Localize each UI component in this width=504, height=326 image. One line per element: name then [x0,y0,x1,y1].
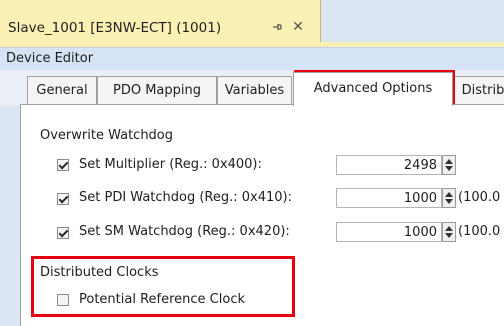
set-sm-watchdog-label: Set SM Watchdog (Reg.: 0x420): [79,224,290,239]
set-pdi-watchdog-input[interactable]: 1000 [336,188,442,208]
set-multiplier-spinner[interactable] [442,155,456,175]
pin-icon[interactable] [270,21,284,35]
close-icon[interactable]: ✕ [291,20,305,34]
highlight-distributed-clocks [31,256,295,317]
set-multiplier-checkbox[interactable] [57,159,69,171]
tab-distributed-clocks[interactable]: Distrib [452,76,504,104]
spin-down-icon[interactable] [445,166,453,171]
document-tab[interactable]: Slave_1001 [E3NW-ECT] (1001) ✕ [0,0,321,42]
set-pdi-watchdog-spinner[interactable] [442,188,456,208]
watchdog-group-label: Overwrite Watchdog [40,128,174,143]
set-multiplier-value: 2498 [403,158,437,173]
set-sm-watchdog-suffix: (100.0 [458,224,501,239]
tab-general[interactable]: General [27,76,97,104]
spin-down-icon[interactable] [445,199,453,204]
editor-title: Device Editor [6,51,94,66]
set-pdi-watchdog-value: 1000 [403,191,437,206]
tab-variables[interactable]: Variables [217,76,292,104]
spin-up-icon[interactable] [445,159,453,164]
spin-down-icon[interactable] [445,233,453,238]
set-pdi-watchdog-suffix: (100.0 [458,190,501,205]
document-tab-title: Slave_1001 [E3NW-ECT] (1001) [8,20,222,36]
tab-pdo-mapping[interactable]: PDO Mapping [97,76,217,104]
editor-header: Device Editor [0,47,504,71]
set-multiplier-label: Set Multiplier (Reg.: 0x400): [79,157,262,172]
spin-up-icon[interactable] [445,192,453,197]
set-pdi-watchdog-checkbox[interactable] [57,193,69,205]
set-sm-watchdog-input[interactable]: 1000 [336,222,442,242]
spin-up-icon[interactable] [445,226,453,231]
set-sm-watchdog-value: 1000 [403,225,437,240]
set-sm-watchdog-checkbox[interactable] [57,227,69,239]
set-multiplier-input[interactable]: 2498 [336,155,442,175]
set-sm-watchdog-spinner[interactable] [442,222,456,242]
tab-advanced-options[interactable]: Advanced Options [293,72,453,106]
set-pdi-watchdog-label: Set PDI Watchdog (Reg.: 0x410): [79,190,293,205]
